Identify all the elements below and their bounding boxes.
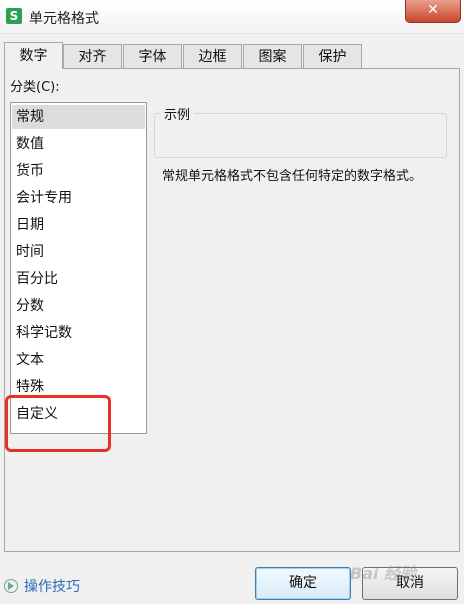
category-item-percentage[interactable]: 百分比 [12,267,145,291]
tips-label[interactable]: 操作技巧 [24,579,80,595]
tab-number[interactable]: 数字 [4,42,63,69]
category-item-fraction[interactable]: 分数 [12,294,145,318]
category-item-text[interactable]: 文本 [12,348,145,372]
format-cells-dialog: S 单元格格式 ✕ 数字 对齐 字体 边框 图案 保护 分类(C): 常规 数值… [0,0,464,604]
close-button[interactable]: ✕ [405,0,461,23]
play-circle-icon [4,579,18,593]
category-item-date[interactable]: 日期 [12,213,145,237]
close-icon: ✕ [427,2,439,18]
category-item-general[interactable]: 常规 [12,105,145,129]
cancel-button[interactable]: 取消 [362,567,458,600]
category-item-number[interactable]: 数值 [12,132,145,156]
red-highlight-annotation [5,395,111,452]
format-description: 常规单元格格式不包含任何特定的数字格式。 [162,169,423,184]
sample-box [154,113,447,158]
category-item-scientific[interactable]: 科学记数 [12,321,145,345]
category-list[interactable]: 常规 数值 货币 会计专用 日期 时间 百分比 分数 科学记数 文本 特殊 自定… [10,102,147,434]
sample-label: 示例 [160,104,195,123]
category-item-accounting[interactable]: 会计专用 [12,186,145,210]
category-label: 分类(C): [10,80,60,95]
title-bar[interactable]: S 单元格格式 ✕ [0,0,464,34]
wps-spreadsheet-icon: S [6,8,22,24]
tab-alignment[interactable]: 对齐 [63,44,122,68]
window-title: 单元格格式 [29,11,99,27]
tab-protection[interactable]: 保护 [303,44,362,68]
tab-pattern[interactable]: 图案 [243,44,302,68]
ok-button[interactable]: 确定 [255,567,351,600]
category-item-currency[interactable]: 货币 [12,159,145,183]
tab-font[interactable]: 字体 [123,44,182,68]
tips-link[interactable]: 操作技巧 [4,577,80,597]
category-item-time[interactable]: 时间 [12,240,145,264]
tab-border[interactable]: 边框 [183,44,242,68]
